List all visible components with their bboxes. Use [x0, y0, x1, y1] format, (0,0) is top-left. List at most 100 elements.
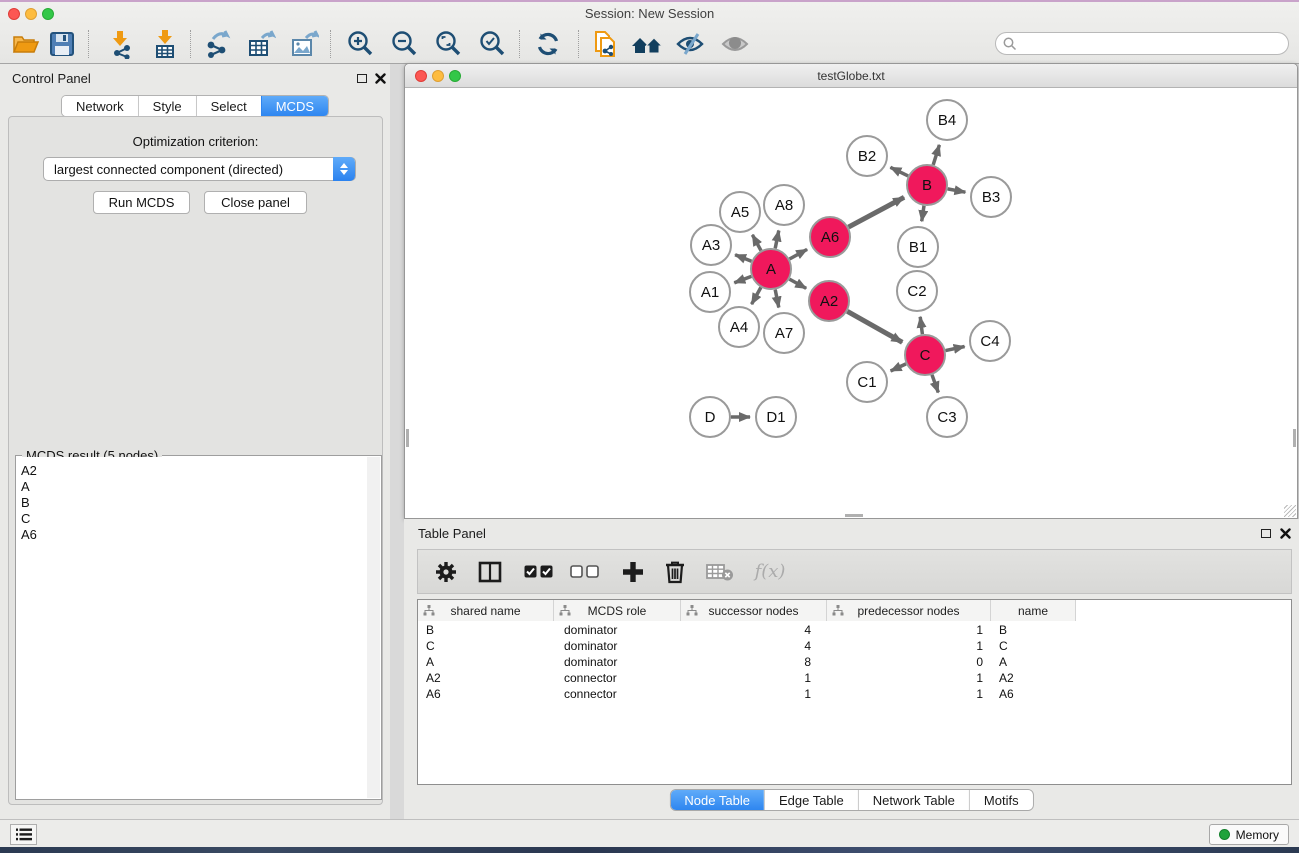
graph-edge-B-B1[interactable]: [922, 206, 924, 222]
graph-node-C[interactable]: C: [905, 335, 945, 375]
graph-node-A8[interactable]: A8: [764, 185, 804, 225]
graph-edge-A-A5[interactable]: [752, 235, 761, 251]
criterion-dropdown[interactable]: largest connected component (directed): [43, 157, 356, 181]
cell-mcds-role[interactable]: connector: [554, 687, 681, 701]
add-column-button[interactable]: [616, 555, 650, 589]
cell-name[interactable]: A6: [991, 687, 1076, 701]
graph-node-C2[interactable]: C2: [897, 271, 937, 311]
cell-predecessor-nodes[interactable]: 1: [827, 639, 991, 653]
graph-edge-B-B2[interactable]: [890, 167, 908, 176]
cell-mcds-role[interactable]: dominator: [554, 655, 681, 669]
cell-predecessor-nodes[interactable]: 1: [827, 687, 991, 701]
cell-predecessor-nodes[interactable]: 0: [827, 655, 991, 669]
select-all-button[interactable]: [518, 555, 558, 589]
graph-edge-A-A4[interactable]: [752, 287, 761, 304]
zoom-in-button[interactable]: [343, 28, 377, 60]
cell-shared-name[interactable]: B: [418, 623, 554, 637]
cell-name[interactable]: A: [991, 655, 1076, 669]
graph-edge-A2-C[interactable]: [847, 311, 902, 342]
import-network-button[interactable]: [103, 28, 137, 60]
graph-edge-A-A8[interactable]: [775, 231, 779, 249]
show-columns-button[interactable]: [472, 555, 508, 589]
table-row[interactable]: B dominator 4 1 B: [418, 622, 1291, 638]
column-header-successor-nodes[interactable]: successor nodes: [681, 600, 827, 621]
tab-style[interactable]: Style: [138, 96, 196, 116]
graph-node-A6[interactable]: A6: [810, 217, 850, 257]
close-panel-icon[interactable]: [375, 73, 386, 84]
import-table-button[interactable]: [148, 28, 182, 60]
graph-edge-A6-B[interactable]: [849, 197, 905, 227]
cell-successor-nodes[interactable]: 4: [681, 639, 827, 653]
graph-node-A7[interactable]: A7: [764, 313, 804, 353]
cell-successor-nodes[interactable]: 4: [681, 623, 827, 637]
graph-edge-C-C4[interactable]: [946, 347, 965, 351]
graph-edge-A-A3[interactable]: [735, 255, 751, 262]
h-scrollbar-thumb[interactable]: [845, 514, 863, 517]
graph-edge-A-A1[interactable]: [734, 276, 751, 282]
network-window-titlebar[interactable]: testGlobe.txt: [405, 64, 1297, 88]
table-row[interactable]: A dominator 8 0 A: [418, 654, 1291, 670]
float-panel-icon[interactable]: [357, 74, 367, 83]
cell-shared-name[interactable]: C: [418, 639, 554, 653]
tab-mcds[interactable]: MCDS: [261, 96, 328, 116]
close-table-panel-icon[interactable]: [1280, 528, 1291, 539]
save-session-button[interactable]: [45, 28, 79, 60]
graph-edge-C-C2[interactable]: [920, 317, 922, 334]
search-input[interactable]: [1022, 37, 1272, 51]
table-row[interactable]: A6 connector 1 1 A6: [418, 686, 1291, 702]
table-row[interactable]: A2 connector 1 1 A2: [418, 670, 1291, 686]
column-header-predecessor-nodes[interactable]: predecessor nodes: [827, 600, 991, 621]
cell-shared-name[interactable]: A: [418, 655, 554, 669]
cell-successor-nodes[interactable]: 8: [681, 655, 827, 669]
graph-edge-C-C1[interactable]: [891, 364, 906, 371]
export-image-button[interactable]: [287, 28, 321, 60]
tab-select[interactable]: Select: [196, 96, 261, 116]
cell-mcds-role[interactable]: connector: [554, 671, 681, 685]
hide-panel-button[interactable]: [673, 28, 707, 60]
zoom-selected-button[interactable]: [475, 28, 509, 60]
task-history-button[interactable]: [10, 824, 37, 845]
resize-grip[interactable]: [1284, 505, 1296, 517]
clone-network-button[interactable]: [588, 28, 622, 60]
search-field[interactable]: [995, 32, 1289, 55]
cell-predecessor-nodes[interactable]: 1: [827, 623, 991, 637]
tab-edge-table[interactable]: Edge Table: [764, 790, 858, 810]
list-item[interactable]: A6: [21, 527, 367, 543]
export-table-button[interactable]: [244, 28, 278, 60]
tab-network[interactable]: Network: [62, 96, 138, 116]
graph-node-B2[interactable]: B2: [847, 136, 887, 176]
cell-shared-name[interactable]: A2: [418, 671, 554, 685]
graph-edge-A-A6[interactable]: [790, 249, 808, 259]
cell-mcds-role[interactable]: dominator: [554, 639, 681, 653]
v-scrollbar-thumb-left[interactable]: [406, 429, 409, 447]
delete-column-button[interactable]: [658, 555, 692, 589]
list-item[interactable]: C: [21, 511, 367, 527]
graph-node-A[interactable]: A: [751, 249, 791, 289]
column-header-mcds-role[interactable]: MCDS role: [554, 600, 681, 621]
cell-shared-name[interactable]: A6: [418, 687, 554, 701]
deselect-all-button[interactable]: [564, 555, 604, 589]
v-scrollbar-thumb-right[interactable]: [1293, 429, 1296, 447]
float-table-panel-icon[interactable]: [1261, 529, 1271, 538]
network-canvas[interactable]: AA1A2A3A4A5A6A7A8BB1B2B3B4CC1C2C3C4DD1: [405, 88, 1297, 518]
tab-network-table[interactable]: Network Table: [858, 790, 969, 810]
graph-node-C3[interactable]: C3: [927, 397, 967, 437]
list-scrollbar[interactable]: [367, 457, 380, 798]
graph-edge-A-A7[interactable]: [775, 290, 779, 308]
cell-successor-nodes[interactable]: 1: [681, 671, 827, 685]
cell-name[interactable]: A2: [991, 671, 1076, 685]
table-settings-button[interactable]: [428, 555, 464, 589]
show-panel-button[interactable]: [718, 28, 752, 60]
home-layout-button[interactable]: [630, 28, 664, 60]
graph-node-B[interactable]: B: [907, 165, 947, 205]
graph-edge-B-B4[interactable]: [933, 145, 939, 165]
cell-name[interactable]: C: [991, 639, 1076, 653]
function-builder-button[interactable]: f(x): [748, 555, 792, 589]
cell-name[interactable]: B: [991, 623, 1076, 637]
close-panel-button[interactable]: Close panel: [204, 191, 307, 214]
open-session-button[interactable]: [8, 28, 42, 60]
graph-node-C4[interactable]: C4: [970, 321, 1010, 361]
graph-node-A4[interactable]: A4: [719, 307, 759, 347]
graph-node-B1[interactable]: B1: [898, 227, 938, 267]
list-item[interactable]: A2: [21, 463, 367, 479]
